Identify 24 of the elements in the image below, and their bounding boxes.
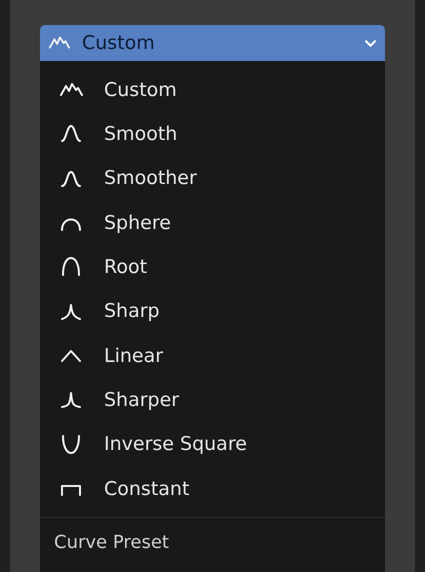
menu-item-label: Constant [104, 476, 190, 502]
preset-dropdown[interactable]: Custom [40, 25, 385, 61]
menu-item[interactable]: Root [40, 245, 385, 290]
menu-item-label: Root [104, 255, 148, 280]
menu-item-label: Sphere [104, 210, 171, 236]
menu-item-label: Sharper [104, 388, 180, 413]
menu-item[interactable]: Constant [40, 466, 385, 511]
menu-item[interactable]: Sharp [40, 289, 385, 334]
menu-item[interactable]: Custom [40, 68, 385, 112]
menu-item[interactable]: Sharper [40, 378, 385, 422]
menu-item[interactable]: Smooth [40, 112, 385, 157]
menu-item-label: Smoother [104, 166, 197, 192]
menu-item[interactable]: Sphere [40, 200, 385, 246]
menu-item[interactable]: Smoother [40, 156, 385, 201]
menu-title: Curve Preset [54, 531, 169, 556]
menu-item-label: Inverse Square [104, 432, 247, 458]
menu-item-label: Smooth [104, 122, 178, 148]
menu-item-label: Linear [104, 344, 164, 369]
menu-item-label: Custom [104, 78, 177, 103]
dropdown-value: Custom [82, 30, 155, 56]
menu-item-label: Sharp [104, 299, 160, 324]
menu-item[interactable]: Inverse Square [40, 422, 385, 467]
menu-item[interactable]: Linear [40, 334, 385, 378]
curve-icon [59, 432, 83, 457]
